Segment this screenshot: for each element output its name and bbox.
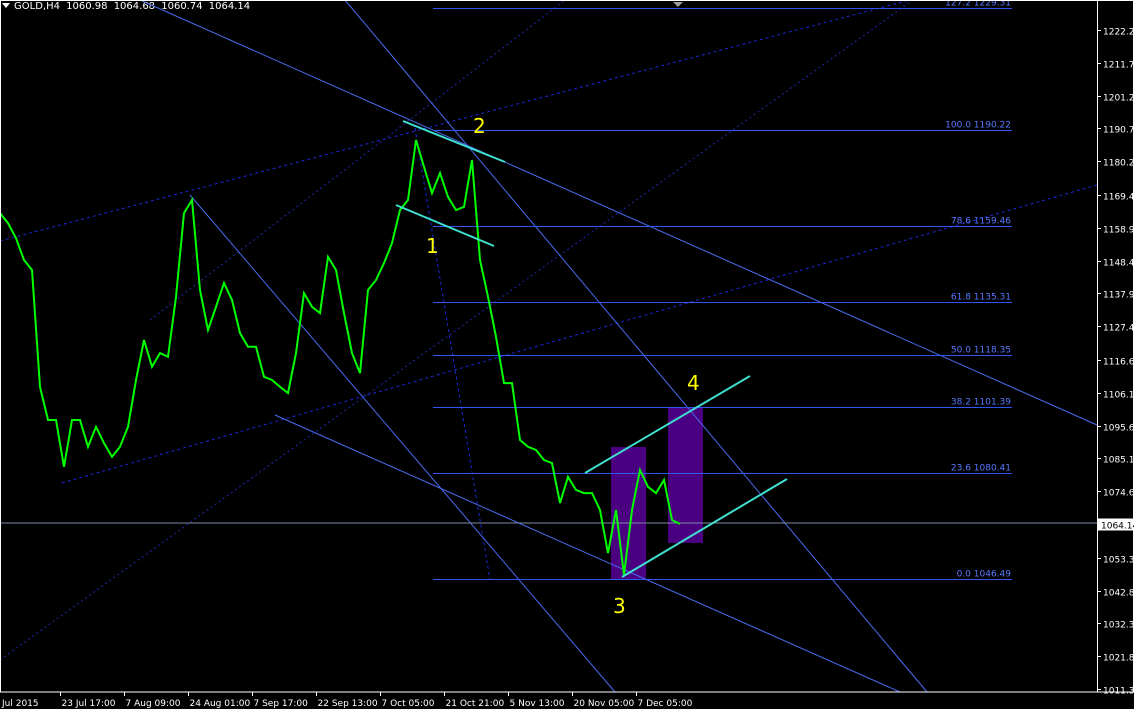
y-tick-label: 1116.60	[1103, 358, 1134, 368]
y-tick-label: 1053.30	[1103, 556, 1134, 566]
trendline[interactable]	[344, 0, 928, 693]
y-tick-label: 1095.60	[1103, 424, 1134, 434]
fib-level-label: 50.0 1118.35	[951, 346, 1011, 356]
fib-level-label: 0.0 1046.49	[957, 570, 1012, 580]
x-tick-label: 23 Jul 17:00	[62, 699, 116, 709]
y-tick-label: 1106.10	[1103, 391, 1134, 401]
y-tick-label: 1148.40	[1103, 259, 1134, 269]
wave-label-2: 2	[473, 114, 486, 138]
y-tick-label: 1021.80	[1103, 654, 1134, 664]
x-tick-label: 24 Aug 01:00	[190, 699, 251, 709]
dotted-trendline[interactable]	[149, 0, 566, 321]
y-tick-label: 1211.70	[1103, 61, 1134, 71]
dotted-trendline[interactable]	[0, 0, 911, 242]
y-tick-label: 1074.60	[1103, 489, 1134, 499]
wave-label-1: 1	[426, 234, 439, 258]
y-tick-label: 1201.20	[1103, 94, 1134, 104]
channel-line[interactable]	[402, 120, 506, 163]
y-axis: 1222.20 1211.70 1201.20 1190.70 1180.20 1169.…	[1097, 28, 1134, 697]
fib-level-label: 23.6 1080.41	[951, 464, 1011, 474]
x-tick-label: 21 Oct 21:00	[446, 699, 505, 709]
trendline[interactable]	[139, 0, 1098, 426]
fibonacci-retracement[interactable]: 127.2 1229.31 100.0 1190.22 78.6 1159.46 61…	[433, 0, 1012, 580]
trendline[interactable]	[274, 414, 901, 693]
fib-level-label: 38.2 1101.39	[951, 398, 1011, 408]
y-tick-label: 1011.30	[1103, 687, 1134, 697]
x-tick-label: 20 Nov 05:00	[574, 699, 635, 709]
channel-line[interactable]	[584, 375, 751, 474]
y-tick-label: 1085.10	[1103, 456, 1134, 466]
price-chart[interactable]: 127.2 1229.31 100.0 1190.22 78.6 1159.46 61…	[0, 0, 1134, 709]
y-tick-label: 1137.90	[1103, 291, 1134, 301]
fib-level-label: 100.0 1190.22	[945, 121, 1011, 131]
y-tick-label: 1032.30	[1103, 621, 1134, 631]
channel-line[interactable]	[395, 204, 495, 247]
x-tick-label: 5 Nov 13:00	[510, 699, 565, 709]
x-tick-label: 7 Sep 17:00	[254, 699, 309, 709]
y-tick-label: 1222.20	[1103, 28, 1134, 38]
y-tick-label: 1042.80	[1103, 589, 1134, 599]
dotted-trendline[interactable]	[61, 184, 1098, 484]
y-tick-label: 1158.90	[1103, 226, 1134, 236]
x-tick-label: 7 Oct 05:00	[382, 699, 435, 709]
channel-line[interactable]	[621, 478, 788, 578]
y-tick-label: 1180.20	[1103, 159, 1134, 169]
channel-lines	[395, 120, 788, 578]
x-tick-label: 7 Aug 09:00	[126, 699, 181, 709]
y-tick-label: 1169.40	[1103, 193, 1134, 203]
dotted-trendline[interactable]	[414, 127, 491, 581]
shift-marker-icon[interactable]	[673, 2, 683, 7]
x-tick-label: 22 Sep 13:00	[318, 699, 378, 709]
fib-level-label: 127.2 1229.31	[945, 0, 1011, 9]
wave-label-4: 4	[687, 371, 700, 395]
x-tick-label: Jul 2015	[1, 699, 39, 709]
dotted-trendline[interactable]	[0, 1, 911, 661]
fib-level-label: 78.6 1159.46	[951, 217, 1011, 227]
x-tick-label: 7 Dec 05:00	[638, 699, 693, 709]
x-axis: Jul 2015 23 Jul 17:00 7 Aug 09:00 24 Aug 01…	[1, 692, 693, 709]
wave-label-3: 3	[613, 594, 626, 618]
y-tick-label: 1190.70	[1103, 126, 1134, 136]
trendline[interactable]	[189, 194, 616, 693]
y-tick-label: 1127.40	[1103, 324, 1134, 334]
price-series-line	[0, 139, 681, 576]
fib-level-label: 61.8 1135.31	[951, 293, 1011, 303]
drawing-objects	[0, 0, 1098, 693]
current-price-label: 1064.14	[1101, 522, 1134, 532]
